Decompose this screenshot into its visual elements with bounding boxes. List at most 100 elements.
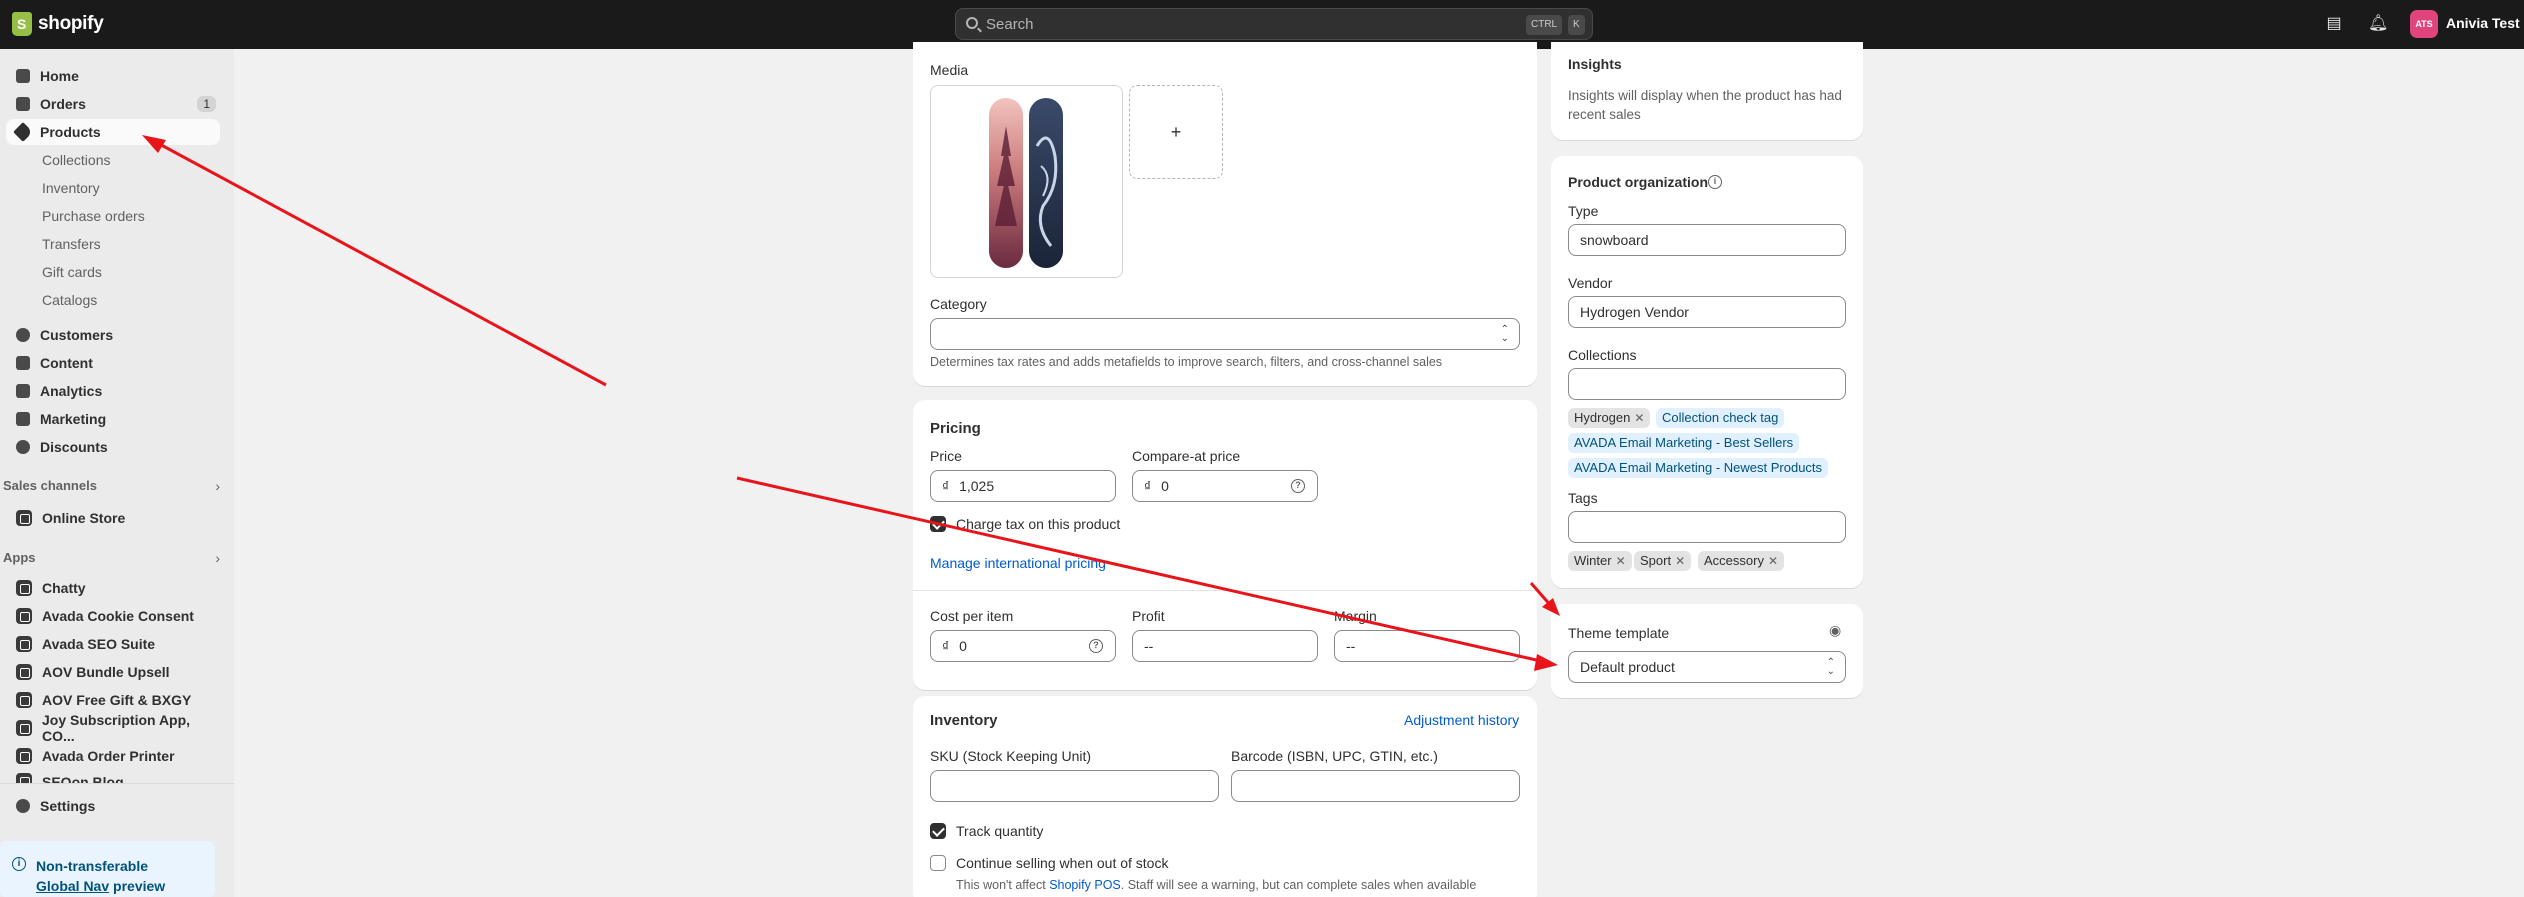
cost-input[interactable]: ₫ 0 ?: [930, 630, 1116, 662]
remove-tag-icon[interactable]: ✕: [1616, 554, 1626, 568]
add-media-button[interactable]: +: [1129, 85, 1223, 179]
product-image[interactable]: [930, 85, 1123, 278]
nav-analytics[interactable]: Analytics: [6, 378, 220, 404]
inbox-icon[interactable]: ▤: [2324, 14, 2344, 34]
app-icon: [16, 748, 32, 764]
vendor-input[interactable]: Hydrogen Vendor: [1568, 296, 1846, 328]
nav-online-store[interactable]: Online Store: [6, 505, 220, 531]
store-name[interactable]: Anivia Test Store: [2446, 15, 2524, 31]
nav-purchase-orders[interactable]: Purchase orders: [42, 208, 145, 224]
nav-orders[interactable]: Orders 1: [6, 91, 220, 117]
bell-icon[interactable]: 🔔︎: [2368, 14, 2388, 34]
pos-note-prefix: This won't affect: [956, 878, 1046, 892]
sales-channels-header[interactable]: Sales channels: [3, 478, 97, 493]
remove-tag-icon[interactable]: ✕: [1768, 554, 1778, 568]
search-bar[interactable]: Search CTRL K: [955, 8, 1593, 40]
vendor-value: Hydrogen Vendor: [1580, 304, 1689, 320]
media-card: Media + Category ⌃ ⌄ Determines tax rates…: [913, 42, 1537, 386]
question-icon[interactable]: ?: [1089, 639, 1103, 653]
question-icon[interactable]: ?: [1291, 479, 1305, 493]
track-quantity-label: Track quantity: [956, 823, 1044, 839]
theme-template-select[interactable]: Default product ⌃ ⌄: [1568, 651, 1846, 683]
organization-title: Product organization: [1568, 174, 1708, 190]
sku-input[interactable]: [930, 770, 1219, 802]
nav-content[interactable]: Content: [6, 350, 220, 376]
track-quantity-checkbox[interactable]: [930, 823, 946, 839]
manage-international-pricing-link[interactable]: Manage international pricing: [930, 555, 1106, 571]
chevron-right-icon[interactable]: ›: [215, 478, 220, 494]
search-placeholder: Search: [986, 16, 1034, 33]
avatar[interactable]: ATS: [2410, 10, 2438, 38]
notice-text: Non-transferable Global Nav preview: [36, 856, 165, 896]
global-nav-link[interactable]: Global Nav: [36, 878, 109, 894]
nav-label: Avada SEO Suite: [42, 636, 156, 652]
remove-tag-icon[interactable]: ✕: [1675, 554, 1685, 568]
barcode-input[interactable]: [1231, 770, 1520, 802]
collections-input[interactable]: [1568, 368, 1846, 400]
continue-selling-checkbox[interactable]: [930, 855, 946, 871]
nav-products[interactable]: Products: [6, 119, 220, 145]
type-value: snowboard: [1580, 232, 1649, 248]
continue-selling-label: Continue selling when out of stock: [956, 855, 1169, 871]
nav-collections[interactable]: Collections: [42, 152, 110, 168]
app-joy-subscription[interactable]: Joy Subscription App, CO...: [6, 712, 220, 744]
tags-label: Tags: [1568, 490, 1598, 506]
collection-tag: Hydrogen ✕: [1568, 408, 1651, 428]
nav-label: Products: [40, 124, 101, 140]
type-input[interactable]: snowboard: [1568, 224, 1846, 256]
compare-at-input[interactable]: ₫ 0 ?: [1132, 470, 1318, 502]
nav-label: SEOon Blog: [42, 774, 124, 783]
shopify-logo[interactable]: shopify: [12, 12, 104, 36]
charge-tax-checkbox[interactable]: [930, 516, 946, 532]
adjustment-history-link[interactable]: Adjustment history: [1404, 712, 1519, 728]
gear-icon: [16, 799, 30, 813]
nav-settings[interactable]: Settings: [6, 793, 220, 819]
inventory-title: Inventory: [930, 712, 998, 729]
nav-marketing[interactable]: Marketing: [6, 406, 220, 432]
nav-gift-cards[interactable]: Gift cards: [42, 264, 102, 280]
info-icon: i: [12, 857, 26, 871]
nav-inventory[interactable]: Inventory: [42, 180, 100, 196]
store-icon: [16, 510, 32, 526]
remove-tag-icon[interactable]: ✕: [1634, 411, 1644, 425]
nav-label: Marketing: [40, 411, 107, 427]
marketing-icon: [16, 412, 30, 426]
tag-icon: [13, 122, 33, 142]
info-icon[interactable]: i: [1708, 175, 1722, 189]
insights-body: Insights will display when the product h…: [1568, 88, 1842, 122]
nav-label: Avada Order Printer: [42, 748, 175, 764]
tags-input[interactable]: [1568, 511, 1846, 543]
app-aov-bundle[interactable]: AOV Bundle Upsell: [6, 659, 220, 685]
app-aov-free-gift[interactable]: AOV Free Gift & BXGY: [6, 687, 220, 713]
price-input[interactable]: ₫ 1,025: [930, 470, 1116, 502]
chevron-right-icon[interactable]: ›: [215, 550, 220, 566]
nav-label: AOV Bundle Upsell: [42, 664, 170, 680]
apps-header[interactable]: Apps: [3, 550, 36, 565]
category-select[interactable]: ⌃ ⌄: [930, 318, 1520, 350]
currency-symbol: ₫: [942, 478, 950, 494]
product-tag: Winter ✕: [1568, 551, 1632, 571]
app-icon: [16, 692, 32, 708]
shopify-pos-link[interactable]: Shopify POS: [1049, 878, 1121, 892]
margin-field: --: [1334, 630, 1520, 662]
profit-field: --: [1132, 630, 1318, 662]
product-organization-card: Product organization i Type snowboard Ve…: [1551, 156, 1863, 588]
nav-label: Content: [40, 355, 93, 371]
app-avada-order-printer[interactable]: Avada Order Printer: [6, 743, 220, 769]
sku-label: SKU (Stock Keeping Unit): [930, 748, 1092, 764]
app-icon: [16, 773, 32, 783]
theme-template-value: Default product: [1580, 659, 1675, 675]
nav-home[interactable]: Home: [6, 63, 220, 89]
margin-label: Margin: [1334, 608, 1377, 624]
price-label: Price: [930, 448, 962, 464]
nav-transfers[interactable]: Transfers: [42, 236, 101, 252]
app-avada-seo[interactable]: Avada SEO Suite: [6, 631, 220, 657]
nav-catalogs[interactable]: Catalogs: [42, 292, 97, 308]
nav-discounts[interactable]: Discounts: [6, 434, 220, 460]
app-avada-cookie[interactable]: Avada Cookie Consent: [6, 603, 220, 629]
app-chatty[interactable]: Chatty: [6, 575, 220, 601]
nav-customers[interactable]: Customers: [6, 322, 220, 348]
app-seoon-blog[interactable]: SEOon Blog: [6, 769, 220, 783]
barcode-label: Barcode (ISBN, UPC, GTIN, etc.): [1231, 748, 1438, 764]
eye-icon[interactable]: ◉: [1829, 622, 1841, 639]
